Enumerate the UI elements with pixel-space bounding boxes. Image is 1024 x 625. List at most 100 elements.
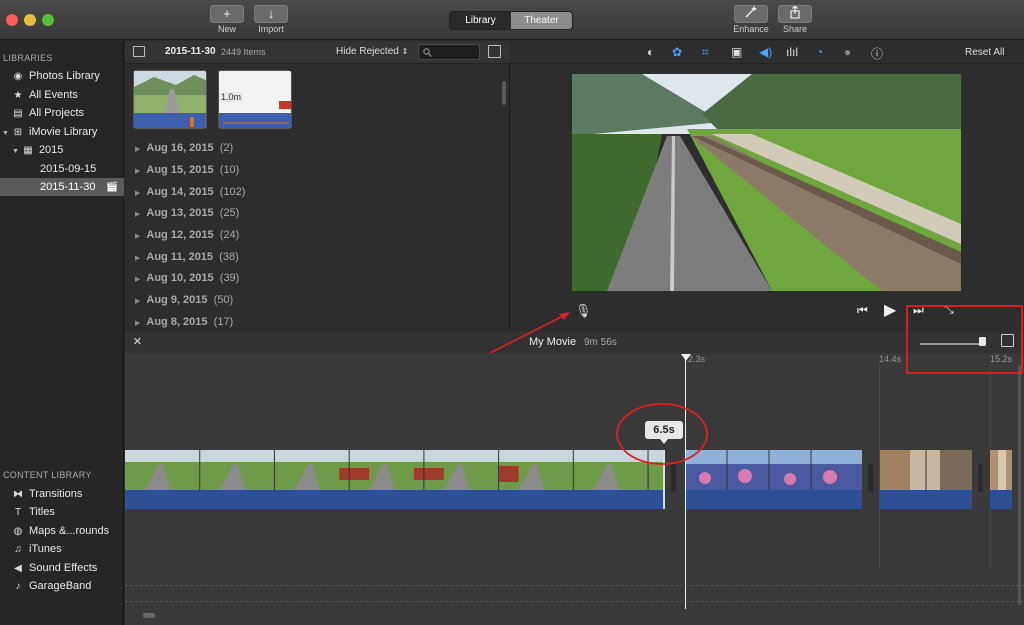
import-arrow-icon: ↓ xyxy=(254,5,288,23)
sidebar-item-maps-backgrounds[interactable]: ◍ Maps &...rounds xyxy=(0,522,124,540)
stabilization-icon[interactable]: ▣ xyxy=(731,45,742,59)
share-button[interactable]: Share xyxy=(777,5,813,34)
disclosure-triangle-icon[interactable]: ▶ xyxy=(135,255,140,262)
new-button[interactable]: + New xyxy=(209,5,245,34)
sidebar-item-sound-effects[interactable]: ◀︎ Sound Effects xyxy=(0,559,124,577)
info-icon[interactable]: ⓘ xyxy=(871,45,883,62)
playhead-marker-icon[interactable] xyxy=(681,354,691,361)
import-label: Import xyxy=(258,24,284,34)
sidebar-item-garageband[interactable]: ♪ GarageBand xyxy=(0,577,124,595)
clip-thumbnail[interactable] xyxy=(133,70,207,129)
disclosure-triangle-icon[interactable]: ▶ xyxy=(135,211,140,218)
timeline-clip[interactable] xyxy=(990,450,1012,509)
play-icon[interactable]: ▶ xyxy=(884,300,896,320)
close-window-button[interactable] xyxy=(6,14,18,26)
list-item[interactable]: ▶ Aug 13, 2015 (25) xyxy=(135,207,239,219)
skip-forward-icon[interactable]: ⏭︎ xyxy=(913,303,924,318)
enhance-label: Enhance xyxy=(733,24,769,34)
color-palette-icon[interactable]: ✿ xyxy=(672,45,682,59)
clip-filter-icon[interactable]: ● xyxy=(844,45,851,59)
projects-icon: ▤ xyxy=(13,108,23,119)
search-input[interactable] xyxy=(418,44,480,60)
list-item[interactable]: ▶ Aug 12, 2015 (24) xyxy=(135,229,239,241)
transition-handle[interactable] xyxy=(978,464,983,492)
sidebar-item-itunes[interactable]: ♫ iTunes xyxy=(0,540,124,558)
import-button[interactable]: ↓ Import xyxy=(253,5,289,34)
toggle-sidebar-icon[interactable] xyxy=(133,46,145,57)
horizontal-scrollbar[interactable] xyxy=(143,613,155,618)
close-icon[interactable]: × xyxy=(133,333,142,350)
crop-icon[interactable]: ⌗ xyxy=(702,45,709,60)
disclosure-triangle-icon[interactable]: ▶ xyxy=(135,146,140,153)
playhead[interactable] xyxy=(685,355,686,609)
filmstrip-view-icon[interactable] xyxy=(488,45,501,58)
disclosure-triangle-icon[interactable]: ▶ xyxy=(135,168,140,175)
disclosure-triangle-icon[interactable]: ▶ xyxy=(135,298,140,305)
sidebar-item-label: Titles xyxy=(29,506,55,518)
plus-icon: + xyxy=(210,5,244,23)
tab-theater[interactable]: Theater xyxy=(511,12,572,29)
speed-icon[interactable]: ◔ xyxy=(816,45,823,59)
browser-scrollbar[interactable] xyxy=(502,81,506,105)
filter-select[interactable]: Hide Rejected ⇕ xyxy=(336,46,408,57)
disclosure-triangle-icon[interactable]: ▼ xyxy=(12,148,19,155)
microphone-icon[interactable]: 🎙︎ xyxy=(575,303,592,319)
list-item[interactable]: ▶ Aug 9, 2015 (50) xyxy=(135,294,233,306)
sidebar-item-all-events[interactable]: ★ All Events xyxy=(0,86,124,104)
fullscreen-window-button[interactable] xyxy=(42,14,54,26)
sidebar-item-2015-11-30[interactable]: 2015-11-30 🎬︎ xyxy=(0,178,124,196)
enhance-button[interactable]: Enhance xyxy=(729,5,773,34)
clip-audio-track xyxy=(685,490,862,509)
volume-icon[interactable]: ◀) xyxy=(759,45,772,59)
filmstrip-settings-icon[interactable] xyxy=(1001,334,1014,347)
disclosure-triangle-icon[interactable]: ▶ xyxy=(135,233,140,240)
sidebar-item-label: 2015-11-30 xyxy=(40,181,96,193)
sidebar-item-label: All Projects xyxy=(29,107,85,119)
zoom-slider[interactable] xyxy=(920,343,986,345)
filter-label: Hide Rejected xyxy=(336,46,399,57)
zoom-slider-thumb[interactable] xyxy=(979,337,986,346)
minimize-window-button[interactable] xyxy=(24,14,36,26)
clip-audio-track xyxy=(125,490,663,509)
list-item[interactable]: ▶ Aug 15, 2015 (10) xyxy=(135,164,239,176)
timeline-clip[interactable] xyxy=(880,450,972,509)
fullscreen-icon[interactable]: ⤡ xyxy=(944,302,954,317)
chevron-updown-icon: ⇕ xyxy=(401,47,409,56)
sidebar-item-imovie-library[interactable]: ▼ ⊞ iMovie Library xyxy=(0,123,124,141)
reset-all-button[interactable]: Reset All xyxy=(965,47,1004,58)
clip-thumbnail[interactable]: 1.0m xyxy=(218,70,292,129)
tab-library[interactable]: Library xyxy=(450,12,511,29)
timeline-clip[interactable] xyxy=(685,450,862,509)
sidebar-item-all-projects[interactable]: ▤ All Projects xyxy=(0,104,124,122)
sidebar-item-transitions[interactable]: ⧓ Transitions xyxy=(0,485,124,503)
sidebar-item-label: 2015 xyxy=(38,144,64,156)
sidebar-item-label: iMovie Library xyxy=(28,126,98,138)
sidebar-item-label: Maps &...rounds xyxy=(29,525,110,537)
list-item[interactable]: ▶ Aug 11, 2015 (38) xyxy=(135,251,239,263)
list-item[interactable]: ▶ Aug 8, 2015 (17) xyxy=(135,316,233,328)
sidebar-item-label: Sound Effects xyxy=(29,562,98,574)
color-balance-icon[interactable]: ◐ xyxy=(647,45,654,59)
search-icon xyxy=(423,48,432,57)
vertical-scrollbar[interactable] xyxy=(1018,365,1021,605)
transition-handle[interactable] xyxy=(671,464,676,492)
disclosure-triangle-icon[interactable]: ▶ xyxy=(135,190,140,197)
transition-handle[interactable] xyxy=(868,464,873,492)
sidebar-item-titles[interactable]: T Titles xyxy=(0,503,124,521)
sidebar-item-label: GarageBand xyxy=(29,580,92,592)
timeline-clip[interactable] xyxy=(125,450,665,509)
list-item[interactable]: ▶ Aug 14, 2015 (102) xyxy=(135,186,245,198)
skip-back-icon[interactable]: ⏮︎ xyxy=(857,303,868,318)
noise-equalizer-icon[interactable]: ılıl xyxy=(786,45,798,59)
content-library-header: CONTENT LIBRARY xyxy=(3,470,92,480)
sidebar-item-2015-09-15[interactable]: 2015-09-15 xyxy=(0,160,124,178)
disclosure-triangle-icon[interactable]: ▶ xyxy=(135,320,140,327)
sidebar-item-photos-library[interactable]: ◉ Photos Library xyxy=(0,67,124,85)
video-preview[interactable] xyxy=(572,74,961,291)
list-item[interactable]: ▶ Aug 10, 2015 (39) xyxy=(135,272,239,284)
disclosure-triangle-icon[interactable]: ▼ xyxy=(2,130,9,137)
disclosure-triangle-icon[interactable]: ▶ xyxy=(135,276,140,283)
list-item[interactable]: ▶ Aug 16, 2015 (2) xyxy=(135,142,233,154)
project-duration: 9m 56s xyxy=(584,337,617,348)
sidebar-item-2015[interactable]: ▼ ▦ 2015 xyxy=(0,141,124,159)
